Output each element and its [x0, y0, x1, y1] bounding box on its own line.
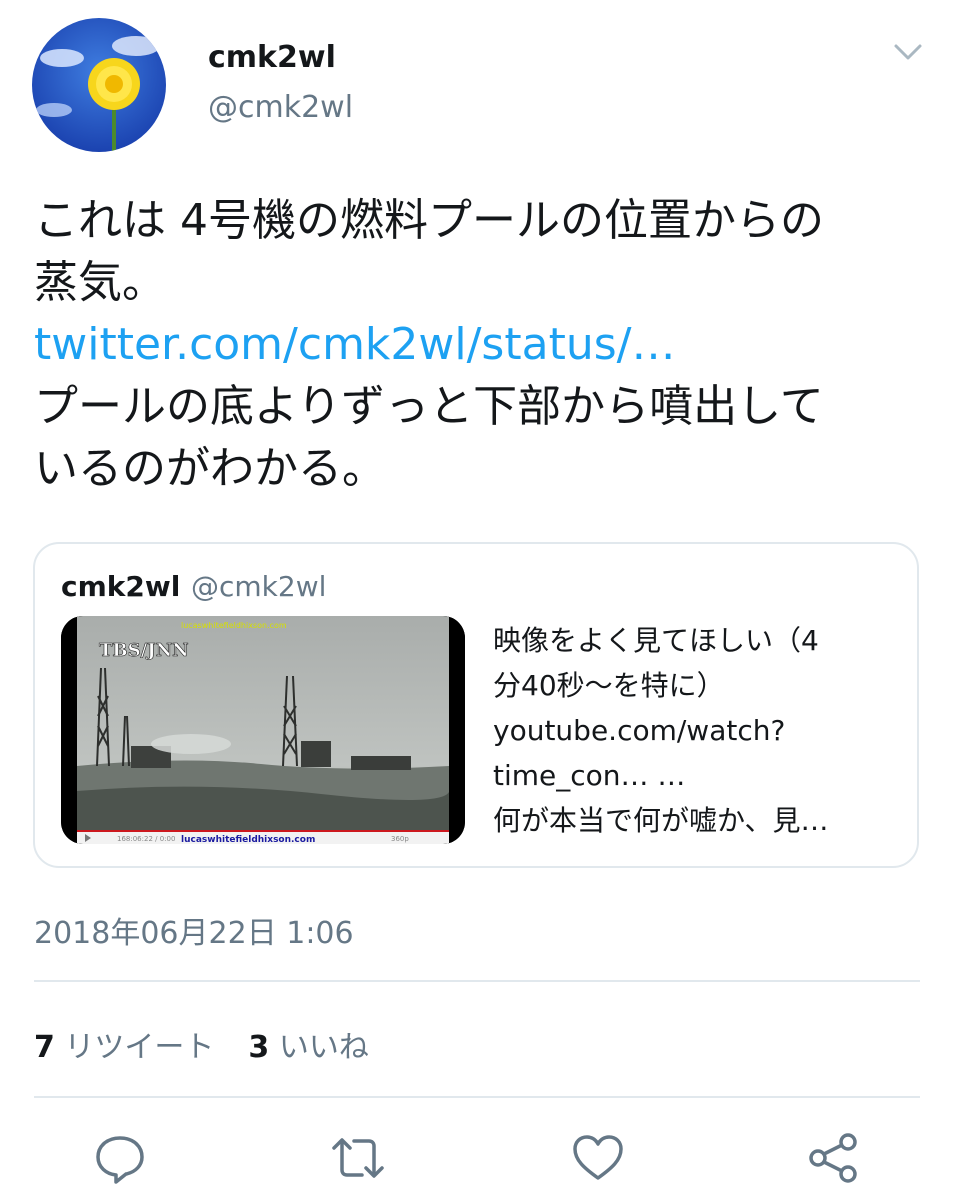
tweet-text-line: これは 4号機の燃料プールの位置からの [34, 195, 824, 246]
quoted-text-line: 何が本当で何が嘘か、見… [493, 804, 829, 837]
retweet-icon[interactable] [330, 1130, 386, 1186]
divider [34, 1096, 920, 1098]
avatar[interactable] [32, 18, 166, 152]
retweet-count: 7 [34, 1030, 55, 1065]
quoted-video-thumbnail[interactable]: TBS/JNN lucaswhitefieldhixson.com 168:06… [61, 616, 465, 844]
user-handle[interactable]: @cmk2wl [208, 90, 353, 125]
like-stat[interactable]: 3 いいね [248, 1030, 368, 1065]
like-label: いいね [278, 1030, 369, 1065]
retweet-label: リツイート [64, 1030, 215, 1065]
tweet-link[interactable]: twitter.com/cmk2wl/status/… [34, 314, 934, 376]
like-count: 3 [248, 1030, 270, 1065]
video-time-readout: 168:06:22 / 0:00 [117, 835, 175, 843]
video-quality: 360p [391, 835, 409, 843]
tweet-text-line: プールの底よりずっと下部から噴出して [34, 381, 824, 432]
tweet-text: これは 4号機の燃料プールの位置からの 蒸気。 twitter.com/cmk2… [34, 190, 934, 500]
chevron-down-icon[interactable] [892, 38, 924, 66]
tweet-text-line: いるのがわかる。 [34, 443, 386, 494]
display-name[interactable]: cmk2wl [208, 40, 336, 75]
quoted-tweet-card[interactable]: cmk2wl @cmk2wl TBS/JNN lucaswhitefieldhi… [33, 542, 919, 868]
reply-icon[interactable] [92, 1130, 148, 1186]
quoted-display-name: cmk2wl [61, 570, 181, 603]
divider [34, 980, 920, 982]
video-watermark-bottom: lucaswhitefieldhixson.com [181, 835, 315, 844]
tweet-timestamp: 2018年06月22日 1:06 [34, 916, 354, 951]
share-icon[interactable] [806, 1130, 862, 1186]
retweet-stat[interactable]: 7 リツイート [34, 1030, 214, 1065]
quoted-text-line: 分40秒～を特に） [493, 669, 725, 702]
quoted-text-line: 映像をよく見てほしい（4 [493, 624, 819, 657]
dandelion-avatar-image [32, 18, 166, 152]
tweet-text-line: 蒸気。 [34, 257, 166, 308]
heart-icon[interactable] [570, 1130, 626, 1186]
quoted-text-line: youtube.com/watch? [493, 714, 786, 747]
quoted-handle: @cmk2wl [191, 570, 327, 603]
quoted-text-line: time_con… … [493, 759, 686, 792]
engagement-stats: 7 リツイート 3 いいね [34, 1022, 369, 1066]
video-watermark-top: lucaswhitefieldhixson.com [181, 621, 287, 630]
quoted-tweet-text: 映像をよく見てほしい（4 分40秒～を特に） youtube.com/watch… [493, 618, 903, 843]
tbs-jnn-logo: TBS/JNN [99, 640, 189, 661]
